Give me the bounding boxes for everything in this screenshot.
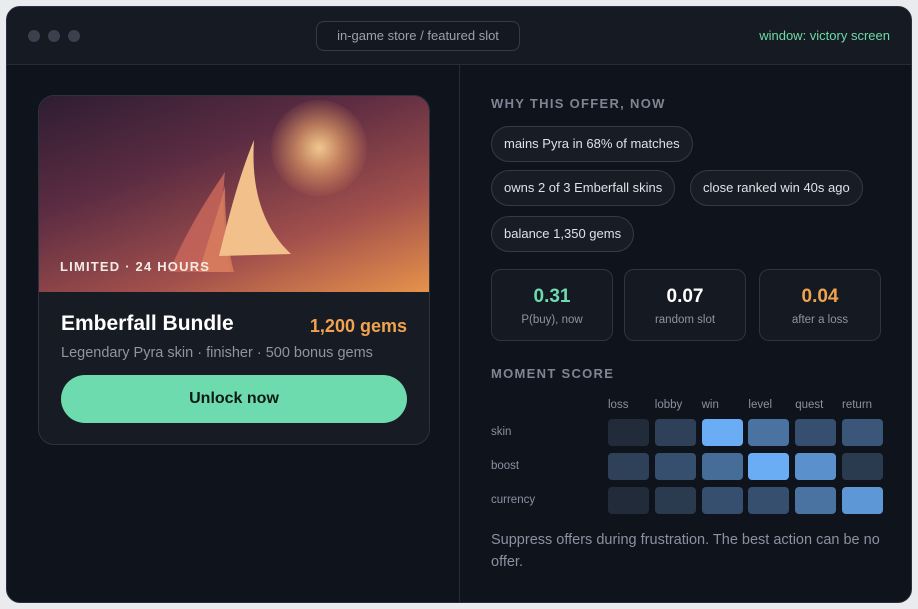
policy-note: Suppress offers during frustration. The … xyxy=(491,532,880,570)
window-close-dot[interactable] xyxy=(28,30,40,42)
offer-banner-image: LIMITED · 24 HOURS xyxy=(39,96,429,292)
heatmap-cell xyxy=(795,487,837,514)
moment-score-heading: MOMENT SCORE xyxy=(491,366,615,381)
panel-divider xyxy=(459,65,460,602)
heatmap-row-label: currency xyxy=(491,494,536,506)
heatmap-cell xyxy=(654,487,696,514)
window-maximize-dot[interactable] xyxy=(68,30,80,42)
stat-label: after a loss xyxy=(791,314,849,326)
heatmap-cell xyxy=(842,487,883,514)
reason-chip: mains Pyra in 68% of matches xyxy=(491,126,693,162)
window-status: window: victory screen xyxy=(759,28,890,43)
heatmap-cell xyxy=(654,453,696,480)
heatmap-row-label: skin xyxy=(491,426,512,438)
heatmap-cell xyxy=(608,487,649,514)
offer-tagline: LIMITED · 24 HOURS xyxy=(60,259,211,274)
heatmap-cell xyxy=(701,419,743,446)
heatmap-column-label: level xyxy=(748,399,773,411)
unlock-now-button[interactable]: Unlock now xyxy=(61,375,407,423)
stat-card-pbuy: 0.31 P(buy), now xyxy=(491,269,613,341)
heatmap-cell xyxy=(842,453,883,480)
stat-label: random slot xyxy=(654,314,716,326)
window-minimize-dot[interactable] xyxy=(48,30,60,42)
heatmap-cell xyxy=(795,419,837,446)
heatmap-cell xyxy=(842,419,883,446)
heatmap-column-label: win xyxy=(701,399,719,411)
stat-value: 0.04 xyxy=(801,286,839,307)
store-window: in-game store / featured slot window: vi… xyxy=(6,6,912,603)
reason-chip: close ranked win 40s ago xyxy=(690,170,863,206)
reason-chip: owns 2 of 3 Emberfall skins xyxy=(491,170,676,206)
offer-card: LIMITED · 24 HOURS Emberfall Bundle 1,20… xyxy=(38,95,430,445)
why-heading: WHY THIS OFFER, NOW xyxy=(491,96,666,111)
offer-subtitle: Legendary Pyra skin · finisher · 500 bon… xyxy=(61,345,373,361)
heatmap-cell xyxy=(608,419,649,446)
heatmap-column-label: lobby xyxy=(654,399,683,411)
heatmap-cell xyxy=(748,419,790,446)
stat-card-after-loss: 0.04 after a loss xyxy=(759,269,881,341)
stat-value: 0.07 xyxy=(666,286,704,307)
offer-title: Emberfall Bundle xyxy=(61,312,234,335)
heatmap-column-label: loss xyxy=(608,399,629,411)
stat-label: P(buy), now xyxy=(521,314,583,326)
heatmap-cell xyxy=(701,453,743,480)
stat-card-random: 0.07 random slot xyxy=(624,269,746,341)
heatmap-cell xyxy=(748,453,790,480)
heatmap-column-label: return xyxy=(842,399,873,411)
stat-value: 0.31 xyxy=(533,286,571,307)
heatmap-cell xyxy=(748,487,790,514)
address-bar[interactable]: in-game store / featured slot xyxy=(316,21,520,51)
heatmap-cell xyxy=(701,487,743,514)
offer-price: 1,200 gems xyxy=(309,316,407,336)
heatmap-column-label: quest xyxy=(795,399,824,411)
heatmap-cell xyxy=(654,419,696,446)
heatmap-cell xyxy=(795,453,837,480)
heatmap-row-label: boost xyxy=(491,460,520,472)
heatmap-cell xyxy=(608,453,649,480)
title-bar: in-game store / featured slot window: vi… xyxy=(7,7,911,65)
reason-chip: balance 1,350 gems xyxy=(491,216,635,252)
